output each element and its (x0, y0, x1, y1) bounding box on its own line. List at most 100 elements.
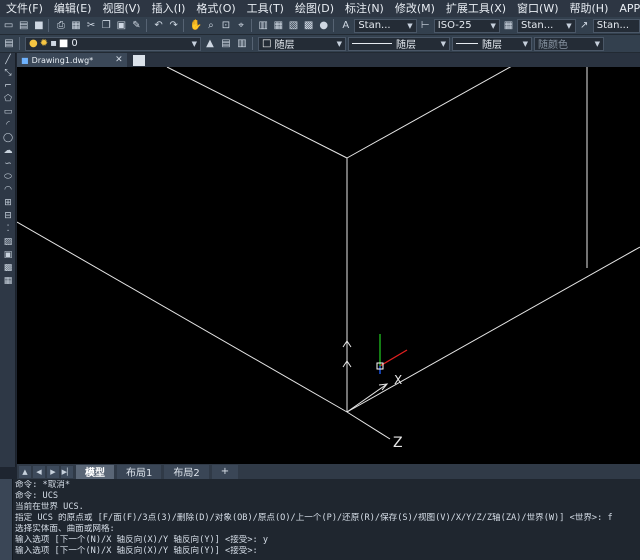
close-icon[interactable]: ✕ (115, 55, 123, 65)
table-icon[interactable]: ▦ (1, 274, 15, 287)
print-icon[interactable]: ⎙ (54, 19, 67, 33)
menu-edit[interactable]: 编辑(E) (48, 0, 97, 17)
properties-icon[interactable]: ▥ (257, 19, 270, 33)
lightbulb-icon: ● (29, 38, 38, 49)
make-block-icon[interactable]: ⊟ (1, 209, 15, 222)
table-style-value: Stan... (521, 20, 554, 31)
line-icon[interactable]: ╱ (1, 53, 15, 66)
last-tab-icon[interactable]: ▶▏ (61, 465, 73, 478)
zoom-previous-icon[interactable]: ⌖ (235, 19, 248, 33)
open-folder-icon[interactable]: ▤ (17, 19, 30, 33)
new-file-icon[interactable]: ▭ (2, 19, 15, 33)
command-line: 当前在世界 UCS. (15, 502, 84, 512)
ellipse-icon[interactable]: ⬭ (1, 170, 15, 183)
command-input-line[interactable]: 输入选项 [下一个(N)/X 轴反向(X)/Y 轴反向(Y)] <接受>: (15, 546, 638, 557)
gradient-icon[interactable]: ▣ (1, 248, 15, 261)
design-center-icon[interactable]: ▦ (272, 19, 285, 33)
ucs-x-leader (346, 383, 388, 413)
revision-cloud-icon[interactable]: ☁ (1, 144, 15, 157)
menu-view[interactable]: 视图(V) (96, 0, 145, 17)
layer-previous-icon[interactable]: ▤ (219, 37, 233, 51)
box-edge (17, 221, 348, 413)
menu-window[interactable]: 窗口(W) (511, 0, 563, 17)
menu-modify[interactable]: 修改(M) (389, 0, 440, 17)
add-layout-tab[interactable]: + (211, 464, 239, 479)
undo-icon[interactable]: ↶ (152, 19, 165, 33)
chevron-down-icon: ▼ (336, 39, 342, 48)
new-tab-icon[interactable] (132, 54, 145, 66)
table-style-dropdown[interactable]: Stan... ▼ (517, 18, 576, 33)
layer-manager-icon[interactable]: ▤ (2, 37, 16, 51)
save-icon[interactable]: ■ (32, 19, 45, 33)
ellipse-arc-icon[interactable]: ◠ (1, 183, 15, 196)
previous-tab-icon[interactable]: ◀ (33, 465, 45, 478)
command-window: 命令: *取消* 命令: UCS 当前在世界 UCS. 指定 UCS 的原点或 … (0, 479, 640, 560)
lineweight-value: 随层 (482, 40, 502, 51)
next-tab-icon[interactable]: ▶ (47, 465, 59, 478)
command-history: 命令: *取消* 命令: UCS 当前在世界 UCS. 指定 UCS 的原点或 … (13, 479, 640, 560)
help-icon[interactable]: ● (317, 19, 330, 33)
arc-icon[interactable]: ◜ (1, 118, 15, 131)
calculator-icon[interactable]: ▩ (302, 19, 315, 33)
tab-layout1[interactable]: 布局1 (117, 464, 162, 479)
separator (48, 19, 50, 32)
cut-icon[interactable]: ✂ (85, 19, 98, 33)
first-tab-icon[interactable]: ▲ (19, 465, 31, 478)
linetype-dropdown[interactable]: 随层 ▼ (348, 36, 450, 51)
separator (19, 37, 20, 50)
spline-icon[interactable]: ∽ (1, 157, 15, 170)
menu-draw[interactable]: 绘图(D) (289, 0, 339, 17)
match-properties-icon[interactable]: ✎ (130, 19, 143, 33)
zoom-realtime-icon[interactable]: ⌕ (204, 19, 217, 33)
construction-line-icon[interactable]: ⤡ (1, 66, 15, 79)
hatch-icon[interactable]: ▨ (1, 235, 15, 248)
redo-icon[interactable]: ↷ (167, 19, 180, 33)
ucs-icon[interactable] (376, 334, 408, 374)
document-tab-bar: ■ Drawing1.dwg* ✕ (17, 53, 640, 67)
rectangle-icon[interactable]: ▭ (1, 105, 15, 118)
linetype-sample (352, 43, 392, 44)
copy-icon[interactable]: ❐ (100, 19, 113, 33)
dim-style-icon: ⊢ (420, 20, 430, 31)
color-dropdown[interactable]: □ 随层 ▼ (258, 36, 346, 51)
tab-layout2[interactable]: 布局2 (164, 464, 209, 479)
lineweight-dropdown[interactable]: 随层 ▼ (452, 36, 532, 51)
pan-icon[interactable]: ✋ (189, 19, 202, 33)
region-icon[interactable]: ▩ (1, 261, 15, 274)
menu-app-plus[interactable]: APP+ (613, 0, 640, 17)
drawing-canvas[interactable]: X Z (17, 67, 640, 464)
plot-style-dropdown[interactable]: 随颜色 ▼ (534, 36, 604, 51)
dim-style-dropdown[interactable]: ISO-25 ▼ (433, 18, 500, 33)
print-preview-icon[interactable]: ▦ (69, 19, 82, 33)
lock-icon: ▪ (50, 38, 57, 49)
multileader-style-dropdown[interactable]: Stan... (592, 18, 640, 33)
zoom-window-icon[interactable]: ⊡ (219, 19, 232, 33)
text-style-dropdown[interactable]: Stan... ▼ (354, 18, 417, 33)
polygon-icon[interactable]: ⬠ (1, 92, 15, 105)
menu-tools[interactable]: 工具(T) (241, 0, 289, 17)
chevron-down-icon: ▼ (191, 39, 197, 48)
menu-format[interactable]: 格式(O) (190, 0, 240, 17)
tool-palettes-icon[interactable]: ▧ (287, 19, 300, 33)
tab-model[interactable]: 模型 (76, 464, 114, 479)
menu-file[interactable]: 文件(F) (0, 0, 48, 17)
point-icon[interactable]: ⁚ (1, 222, 15, 235)
text-style-value: Stan... (358, 20, 391, 31)
layer-states-icon[interactable]: ▥ (235, 37, 249, 51)
standard-toolbar: ▭ ▤ ■ ⎙ ▦ ✂ ❐ ▣ ✎ ↶ ↷ ✋ ⌕ ⊡ ⌖ ▥ ▦ ▧ ▩ ● … (0, 17, 640, 35)
menu-express-tools[interactable]: 扩展工具(X) (440, 0, 511, 17)
paste-icon[interactable]: ▣ (115, 19, 128, 33)
document-tab[interactable]: ■ Drawing1.dwg* ✕ (17, 53, 127, 67)
layer-dropdown[interactable]: ● ✹ ▪ ■ 0 ▼ (25, 36, 201, 51)
circle-icon[interactable]: ◯ (1, 131, 15, 144)
layout-tab-bar: ▲ ◀ ▶ ▶▏ 模型 布局1 布局2 + (17, 464, 640, 479)
menu-help[interactable]: 帮助(H) (564, 0, 614, 17)
separator (252, 37, 253, 50)
command-window-grip[interactable] (0, 479, 13, 560)
insert-block-icon[interactable]: ⊞ (1, 196, 15, 209)
ucs-x-label: X (394, 373, 402, 387)
polyline-icon[interactable]: ⌐ (1, 79, 15, 92)
menu-insert[interactable]: 插入(I) (146, 0, 191, 17)
menu-dimension[interactable]: 标注(N) (339, 0, 389, 17)
make-current-layer-icon[interactable]: ▲ (203, 37, 217, 51)
